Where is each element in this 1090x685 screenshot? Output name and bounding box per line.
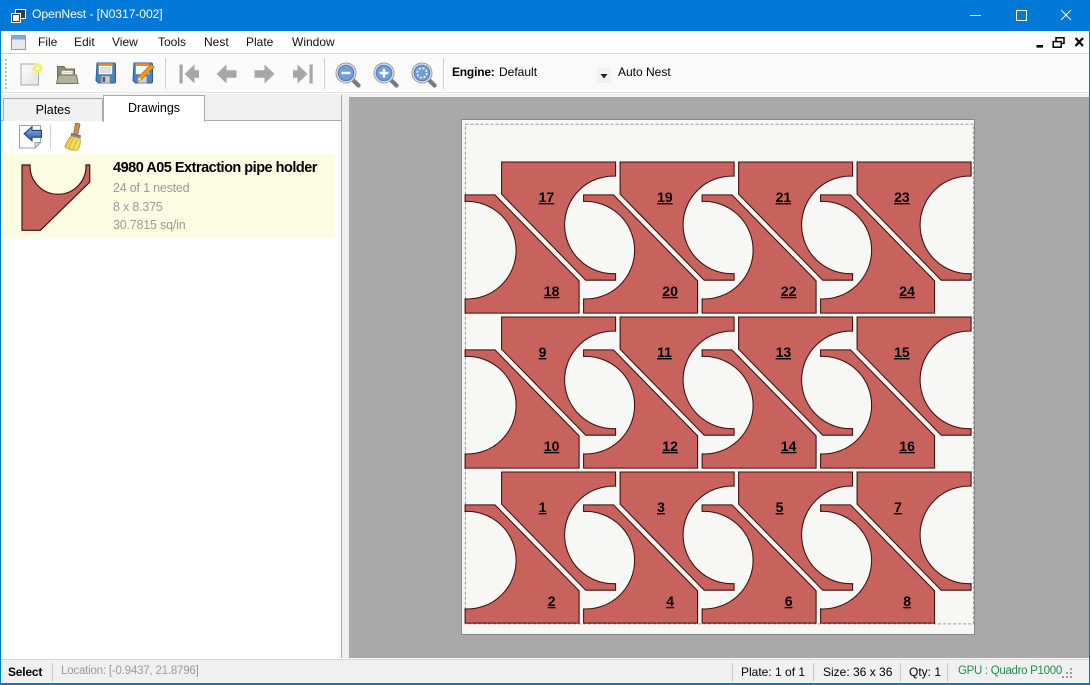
svg-text:2: 2 <box>548 593 556 609</box>
svg-text:12: 12 <box>662 438 678 454</box>
svg-text:6: 6 <box>785 593 793 609</box>
svg-text:8: 8 <box>903 593 911 609</box>
svg-text:14: 14 <box>781 438 797 454</box>
svg-text:22: 22 <box>781 283 797 299</box>
svg-text:16: 16 <box>899 438 915 454</box>
svg-text:5: 5 <box>776 499 784 515</box>
svg-text:11: 11 <box>657 344 672 360</box>
svg-text:17: 17 <box>539 189 555 205</box>
svg-text:1: 1 <box>539 499 547 515</box>
svg-text:13: 13 <box>776 344 792 360</box>
svg-text:21: 21 <box>776 189 792 205</box>
svg-text:23: 23 <box>894 189 910 205</box>
svg-text:18: 18 <box>544 283 560 299</box>
svg-text:4: 4 <box>666 593 674 609</box>
svg-text:24: 24 <box>899 283 915 299</box>
svg-text:19: 19 <box>657 189 673 205</box>
svg-text:3: 3 <box>657 499 665 515</box>
svg-text:20: 20 <box>662 283 678 299</box>
svg-text:15: 15 <box>894 344 910 360</box>
svg-text:7: 7 <box>894 499 902 515</box>
svg-text:10: 10 <box>544 438 560 454</box>
svg-text:9: 9 <box>539 344 547 360</box>
